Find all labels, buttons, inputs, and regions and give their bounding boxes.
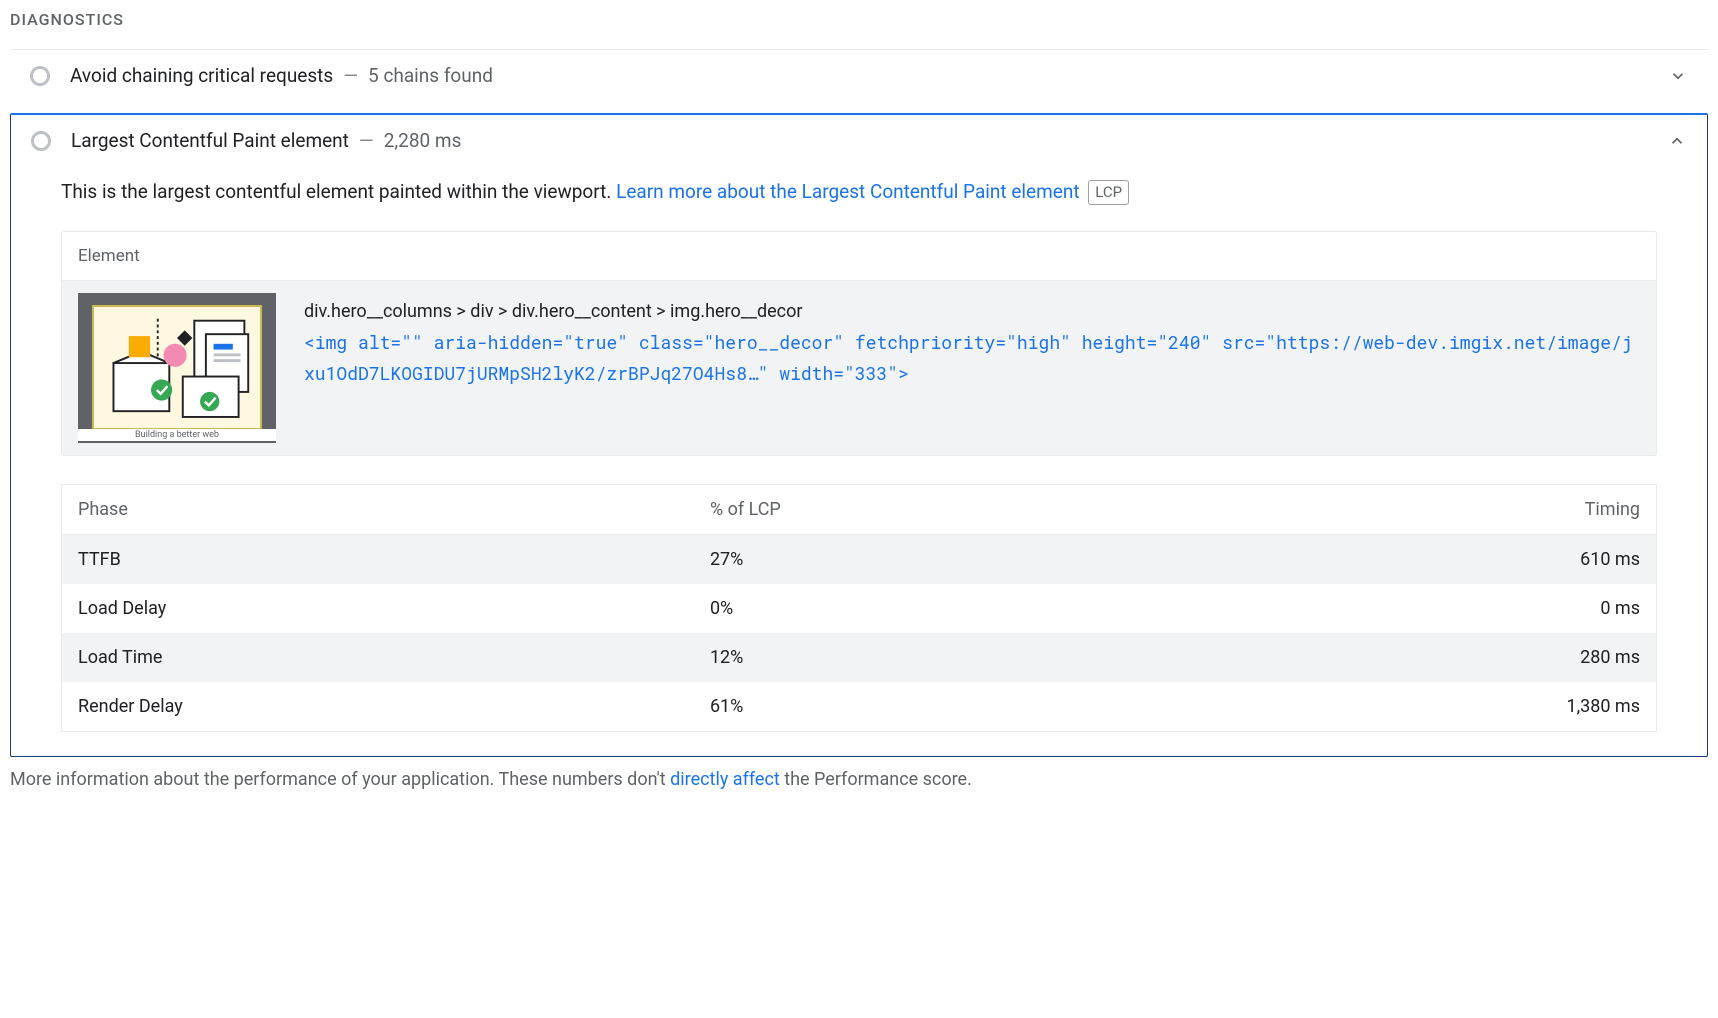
element-panel-header: Element <box>62 232 1656 281</box>
audit-title: Largest Contentful Paint element <box>71 129 349 152</box>
col-pct: % of LCP <box>694 484 1168 534</box>
element-snippet: <img alt="" aria-hidden="true" class="he… <box>304 327 1640 388</box>
cell-timing: 1,380 ms <box>1168 682 1657 732</box>
footer-suffix: the Performance score. <box>780 769 972 790</box>
cell-timing: 610 ms <box>1168 534 1657 584</box>
cell-pct: 0% <box>694 584 1168 633</box>
footer-note: More information about the performance o… <box>10 769 1708 790</box>
thumbnail-caption: Building a better web <box>78 429 276 441</box>
table-header-row: Phase % of LCP Timing <box>62 484 1657 534</box>
neutral-icon <box>31 131 51 151</box>
cell-timing: 280 ms <box>1168 633 1657 682</box>
table-row: Render Delay 61% 1,380 ms <box>62 682 1657 732</box>
element-panel: Element <box>61 231 1657 456</box>
element-panel-body: Building a better web div.hero__columns … <box>62 281 1656 455</box>
separator: — <box>359 129 374 152</box>
cell-phase: Load Delay <box>62 584 694 633</box>
cell-phase: Load Time <box>62 633 694 682</box>
cell-phase: TTFB <box>62 534 694 584</box>
table-row: Load Delay 0% 0 ms <box>62 584 1657 633</box>
table-row: Load Time 12% 280 ms <box>62 633 1657 682</box>
cell-phase: Render Delay <box>62 682 694 732</box>
audit-title: Avoid chaining critical requests <box>70 64 333 87</box>
audit-item-lcp: Largest Contentful Paint element — 2,280… <box>10 113 1708 757</box>
col-phase: Phase <box>62 484 694 534</box>
thumbnail-art <box>100 313 254 424</box>
audit-list: Avoid chaining critical requests — 5 cha… <box>10 49 1708 757</box>
directly-affect-link[interactable]: directly affect <box>670 769 780 790</box>
element-detail: div.hero__columns > div > div.hero__cont… <box>304 293 1640 443</box>
chevron-up-icon <box>1667 131 1687 151</box>
section-title: DIAGNOSTICS <box>10 10 1708 29</box>
chevron-down-icon <box>1668 66 1688 86</box>
desc-text: This is the largest contentful element p… <box>61 180 616 203</box>
audit-header-critical-chains[interactable]: Avoid chaining critical requests — 5 cha… <box>10 50 1708 101</box>
cell-pct: 12% <box>694 633 1168 682</box>
phase-table: Phase % of LCP Timing TTFB 27% 610 ms Lo… <box>61 484 1657 732</box>
cell-pct: 27% <box>694 534 1168 584</box>
cell-timing: 0 ms <box>1168 584 1657 633</box>
audit-meta: 5 chains found <box>368 64 493 87</box>
cell-pct: 61% <box>694 682 1168 732</box>
audit-header-lcp[interactable]: Largest Contentful Paint element — 2,280… <box>11 115 1707 166</box>
table-row: TTFB 27% 610 ms <box>62 534 1657 584</box>
separator: — <box>343 64 358 87</box>
lcp-badge: LCP <box>1088 180 1129 205</box>
audit-body-lcp: This is the largest contentful element p… <box>11 166 1707 756</box>
neutral-icon <box>30 66 50 86</box>
learn-more-link[interactable]: Learn more about the Largest Contentful … <box>616 180 1079 203</box>
element-thumbnail: Building a better web <box>78 293 276 443</box>
col-timing: Timing <box>1168 484 1657 534</box>
footer-prefix: More information about the performance o… <box>10 769 670 790</box>
audit-item: Avoid chaining critical requests — 5 cha… <box>10 49 1708 101</box>
audit-description: This is the largest contentful element p… <box>61 178 1657 207</box>
element-selector: div.hero__columns > div > div.hero__cont… <box>304 297 1640 328</box>
audit-meta: 2,280 ms <box>384 129 462 152</box>
